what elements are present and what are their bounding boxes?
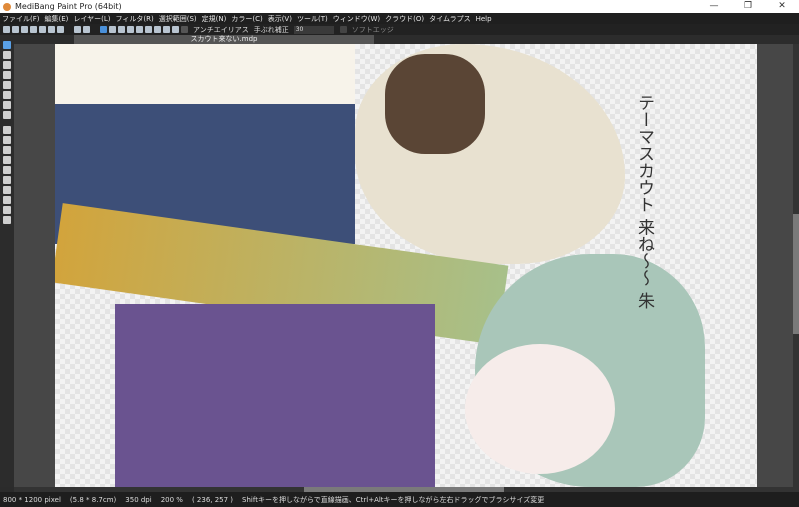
magic-wand-icon[interactable] [3,146,11,154]
stabilizer-label: 手ぶれ補正 [253,25,289,34]
zoom-level: 200 % [160,495,183,504]
menu-file[interactable]: ファイル(F) [2,14,40,24]
save-cloud-icon[interactable] [30,26,37,33]
menu-color[interactable]: カラー(C) [231,14,262,24]
status-bar: 800 * 1200 pixel (5.8 * 8.7cm) 350 dpi 2… [0,492,799,507]
canvas-workspace[interactable]: テーマスカウト 来ね〜〜 朱 [14,44,793,487]
select-eraser-icon[interactable] [3,166,11,174]
tool-palette [0,35,14,487]
menu-window[interactable]: ウィンドウ(W) [333,14,380,24]
title-bar: MediBang Paint Pro (64bit) — ❐ ✕ [0,0,799,13]
artwork-face [465,344,615,474]
window-title: MediBang Paint Pro (64bit) [15,2,122,11]
document-tab[interactable]: スカウト来ない.mdp [74,35,374,44]
snap-settings-icon[interactable] [172,26,179,33]
eyedropper-icon[interactable] [3,196,11,204]
artwork-purple-kimono [115,304,435,487]
brush-tool-icon[interactable] [3,41,11,49]
soft-edge-label: ソフトエッジ [351,25,394,34]
hand-tool-icon[interactable] [3,216,11,224]
soft-edge-checkbox[interactable] [339,26,347,33]
rect-select-icon[interactable] [3,126,11,134]
status-hint: Shiftキーを押しながらで直線描画、Ctrl+Altキーを押しながら左右ドラッ… [242,495,545,504]
menu-layer[interactable]: レイヤー(L) [73,14,110,24]
menu-tool[interactable]: ツール(T) [297,14,328,24]
document-tab-bar: スカウト来ない.mdp [14,35,799,44]
open-file-icon[interactable] [12,26,19,33]
menu-view[interactable]: 表示(V) [268,14,292,24]
redo-icon[interactable] [83,26,90,33]
vertical-scroll-thumb[interactable] [793,214,799,334]
bucket-tool-icon[interactable] [3,101,11,109]
snap-curve-icon[interactable] [154,26,161,33]
text-tool-icon[interactable] [3,176,11,184]
maximize-button[interactable]: ❐ [731,0,765,13]
select-pen-icon[interactable] [3,156,11,164]
menu-timelapse[interactable]: タイムラプス [429,14,471,24]
menu-filter[interactable]: フィルタ(R) [116,14,154,24]
menu-edit[interactable]: 編集(E) [45,14,69,24]
tool-options-bar: アンチエイリアス 手ぶれ補正 30 ソフトエッジ [0,24,799,35]
dot-tool-icon[interactable] [3,61,11,69]
save-icon[interactable] [21,26,28,33]
grid-icon[interactable] [57,26,64,33]
snap-vanishing-icon[interactable] [136,26,143,33]
snap-parallel-icon[interactable] [118,26,125,33]
new-file-icon[interactable] [3,26,10,33]
close-button[interactable]: ✕ [765,0,799,13]
ruler-tool-icon[interactable] [3,206,11,214]
menu-help[interactable]: Help [476,15,492,23]
move-tool-icon[interactable] [3,81,11,89]
cursor-coords: ( 236, 257 ) [191,495,234,504]
snap-cross-icon[interactable] [127,26,134,33]
paste-icon[interactable] [48,26,55,33]
antialias-checkbox[interactable] [181,26,188,33]
divide-tool-icon[interactable] [3,186,11,194]
resolution: 350 dpi [125,495,152,504]
snap-off-icon[interactable] [109,26,116,33]
artwork-glove [385,54,485,154]
lasso-icon[interactable] [3,136,11,144]
vertical-scrollbar[interactable] [793,44,799,487]
copy-icon[interactable] [39,26,46,33]
snap-circle-icon[interactable] [163,26,170,33]
handwritten-text: テーマスカウト 来ね〜〜 朱 [634,94,654,309]
snap-radial-icon[interactable] [145,26,152,33]
menu-select[interactable]: 選択範囲(S) [159,14,197,24]
brush-shape-icon[interactable] [100,26,107,33]
physical-size: (5.8 * 8.7cm) [69,495,117,504]
menu-ruler[interactable]: 定規(N) [202,14,227,24]
menu-bar: ファイル(F) 編集(E) レイヤー(L) フィルタ(R) 選択範囲(S) 定規… [0,13,799,24]
stabilizer-select[interactable]: 30 [293,25,334,34]
antialias-label: アンチエイリアス [193,25,249,34]
minimize-button[interactable]: — [697,0,731,13]
canvas-size: 800 * 1200 pixel [3,495,61,504]
shape-tool-icon[interactable] [3,91,11,99]
select-tool-icon[interactable] [3,71,11,79]
undo-icon[interactable] [74,26,81,33]
menu-cloud[interactable]: クラウド(O) [385,14,424,24]
app-logo-icon [3,2,11,11]
eraser-tool-icon[interactable] [3,51,11,59]
drawing-canvas[interactable]: テーマスカウト 来ね〜〜 朱 [55,44,757,487]
gradient-tool-icon[interactable] [3,111,11,119]
